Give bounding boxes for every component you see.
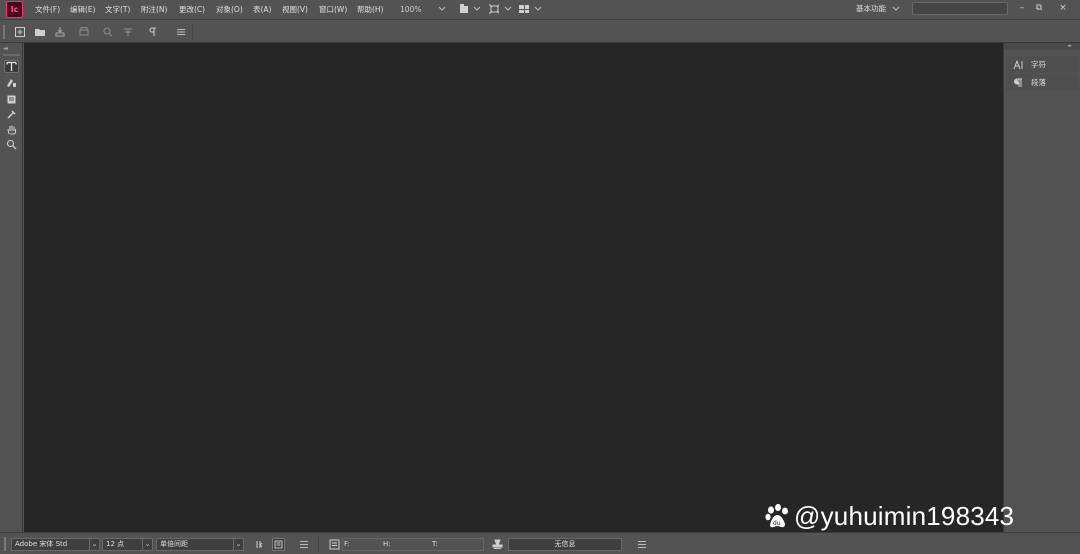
dock-expand-icon[interactable]: ▸▸	[1068, 43, 1072, 49]
watermark: du @yuhuimin198343	[764, 500, 1014, 532]
menu-notes[interactable]: 附注(N)	[141, 3, 167, 16]
menu-help[interactable]: 帮助(H)	[357, 3, 384, 16]
arrange-chevron-icon[interactable]	[534, 5, 544, 15]
menu-type[interactable]: 文字(T)	[105, 3, 130, 16]
menu-edit[interactable]: 编辑(E)	[70, 3, 96, 16]
eyedropper-tool-icon[interactable]	[4, 108, 19, 121]
column-view-button[interactable]	[253, 538, 266, 551]
info-panel-icon[interactable]	[329, 539, 340, 550]
notes-icon[interactable]	[4, 93, 19, 106]
paragraph-icon	[1014, 78, 1022, 87]
tools-panel: ◂◂	[0, 43, 23, 532]
baidu-paw-icon: du	[765, 503, 788, 528]
bottom-divider	[318, 537, 319, 551]
open-folder-icon[interactable]	[34, 26, 46, 38]
menu-bar: Ic 文件(F) 编辑(E) 文字(T) 附注(N) 更改(C) 对象(O) 表…	[0, 0, 1080, 20]
info-fields	[342, 538, 484, 551]
minimize-button[interactable]: –	[1014, 1, 1030, 15]
zoom-chevron-down-icon[interactable]	[438, 5, 448, 15]
panel-dock: ▸▸ 字符 段落	[1003, 43, 1080, 532]
menu-window[interactable]: 窗口(W)	[319, 3, 347, 16]
toolbar-grip[interactable]	[3, 25, 5, 39]
font-family-chevron-icon[interactable]: ⌄	[89, 539, 99, 550]
incopy-logo: Ic	[6, 1, 23, 18]
menu-table[interactable]: 表(A)	[253, 3, 271, 16]
control-bar	[0, 21, 1080, 43]
line-spacing-value: 单倍间距	[160, 540, 188, 548]
type-tool-icon[interactable]	[4, 60, 19, 73]
status-menu-icon[interactable]	[637, 540, 647, 549]
font-size-chevron-icon[interactable]: ⌄	[142, 539, 152, 550]
bottom-menu-icon[interactable]	[299, 540, 309, 549]
watermark-text: @yuhuimin198343	[794, 500, 1015, 531]
menu-object[interactable]: 对象(O)	[216, 3, 243, 16]
menu-changes[interactable]: 更改(C)	[179, 3, 205, 16]
note-tool-icon[interactable]	[4, 76, 19, 89]
restore-button[interactable]: ⧉	[1031, 1, 1047, 15]
bottom-bar-grip[interactable]	[4, 537, 6, 551]
columns-icon	[256, 541, 263, 548]
panel-tab-paragraph[interactable]: 段落	[1006, 74, 1079, 91]
line-spacing-select[interactable]: 单倍间距 ⌄	[156, 538, 244, 551]
hand-tool-icon[interactable]	[4, 123, 19, 136]
workspace-switcher[interactable]: 基本功能	[856, 2, 900, 16]
zoom-tool-icon[interactable]	[4, 138, 19, 151]
menu-view[interactable]: 视图(V)	[282, 3, 308, 16]
show-hidden-characters-icon[interactable]	[147, 26, 159, 38]
panel-tab-character-label: 字符	[1031, 60, 1046, 69]
svg-text:du: du	[773, 520, 781, 527]
menu-file[interactable]: 文件(F)	[35, 3, 60, 16]
text-view-button[interactable]	[272, 538, 285, 551]
screen-mode-icon[interactable]	[489, 4, 499, 14]
workspace-chevron-icon	[893, 6, 900, 11]
font-family-select[interactable]: Adobe 宋体 Std ⌄	[11, 538, 100, 551]
save-icon[interactable]	[54, 26, 66, 38]
character-icon	[1013, 59, 1023, 69]
print-icon[interactable]	[78, 26, 90, 38]
line-spacing-chevron-icon[interactable]: ⌄	[233, 539, 243, 550]
workspace-label: 基本功能	[856, 4, 886, 13]
font-family-value: Adobe 宋体 Std	[15, 540, 68, 548]
zoom-level[interactable]: 100%	[400, 3, 421, 16]
status-field: 无信息	[508, 538, 622, 551]
font-size-select[interactable]: 12 点 ⌄	[102, 538, 153, 551]
status-control-bar: Adobe 宋体 Std ⌄ 12 点 ⌄ 单倍间距 ⌄ F: H: T: 无信…	[0, 532, 1080, 554]
view-options-chevron-icon[interactable]	[473, 5, 483, 15]
view-options-icon[interactable]	[459, 4, 469, 14]
search-input[interactable]	[912, 2, 1008, 15]
find-icon[interactable]	[102, 26, 114, 38]
text-block-icon	[274, 540, 283, 549]
toolbar-divider	[192, 24, 193, 40]
panel-tab-character[interactable]: 字符	[1006, 56, 1079, 73]
new-document-icon[interactable]	[14, 26, 26, 38]
close-button[interactable]: ×	[1055, 1, 1071, 15]
control-menu-icon[interactable]	[175, 26, 187, 38]
panel-tab-paragraph-label: 段落	[1031, 78, 1046, 87]
arrange-documents-icon[interactable]	[519, 4, 529, 14]
document-canvas[interactable]	[24, 43, 1003, 532]
font-size-value: 12 点	[106, 540, 125, 548]
screen-mode-chevron-icon[interactable]	[504, 5, 514, 15]
spell-check-icon[interactable]	[122, 26, 134, 38]
tools-panel-grip[interactable]	[3, 54, 20, 56]
tools-collapse-icon[interactable]: ◂◂	[3, 45, 8, 52]
stamp-icon[interactable]	[492, 539, 503, 550]
